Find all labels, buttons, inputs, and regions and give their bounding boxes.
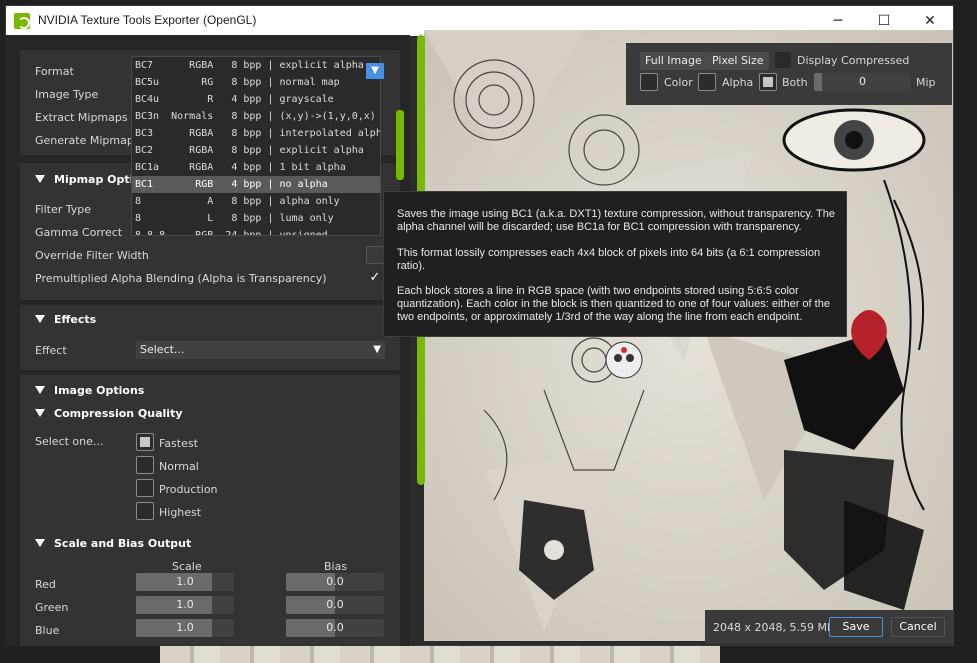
scale-column-header: Scale <box>172 560 202 573</box>
blue-scale-value: 1.0 <box>176 621 194 634</box>
quality-fastest-label: Fastest <box>159 437 198 450</box>
slider-fill <box>136 573 212 591</box>
quality-normal-checkbox[interactable] <box>136 456 154 474</box>
collapse-triangle-icon <box>35 539 45 547</box>
both-checkbox[interactable] <box>759 73 777 91</box>
format-dropdown-list[interactable]: BC7 RGBA 8 bpp | explicit alpha BC5u RG … <box>131 56 381 236</box>
quality-fastest-checkbox[interactable] <box>136 433 154 451</box>
format-option[interactable]: BC5u RG 8 bpp | normal map <box>132 74 380 91</box>
alpha-label: Alpha <box>722 76 754 89</box>
red-bias-value: 0.0 <box>326 575 344 588</box>
dropdown-scrollbar[interactable] <box>396 110 404 180</box>
display-compressed-checkbox[interactable] <box>774 51 792 69</box>
effects-header[interactable]: Effects <box>35 313 96 326</box>
override-filter-width-label: Override Filter Width <box>35 249 149 262</box>
format-option[interactable]: BC4u R 4 bpp | grayscale <box>132 91 380 108</box>
tooltip-paragraph-3: Each block stores a line in RGB space (w… <box>397 285 830 323</box>
green-bias-value: 0.0 <box>326 598 344 611</box>
blue-label: Blue <box>35 624 60 637</box>
mip-slider[interactable]: 0 <box>814 73 911 91</box>
bias-column-header: Bias <box>324 560 348 573</box>
window-title: NVIDIA Texture Tools Exporter (OpenGL) <box>38 13 257 27</box>
collapse-triangle-icon <box>35 315 45 323</box>
format-option[interactable]: BC2 RGBA 8 bpp | explicit alpha <box>132 142 380 159</box>
effects-title: Effects <box>54 313 97 326</box>
effect-label: Effect <box>35 344 67 357</box>
image-options-section: Image Options Compression Quality Select… <box>20 375 400 646</box>
image-options-title: Image Options <box>54 384 145 397</box>
color-checkbox[interactable] <box>640 73 658 91</box>
nvidia-logo-icon <box>14 13 30 29</box>
slider-fill <box>136 596 212 614</box>
tooltip-paragraph-2: This format lossily compresses each 4x4 … <box>397 247 821 272</box>
image-options-header[interactable]: Image Options <box>35 384 144 397</box>
select-one-label: Select one... <box>35 435 104 448</box>
red-scale-value: 1.0 <box>176 575 194 588</box>
quality-production-label: Production <box>159 483 218 496</box>
both-label: Both <box>782 76 808 89</box>
format-dropdown-arrow-icon[interactable]: ▼ <box>366 63 384 79</box>
image-type-label: Image Type <box>35 88 99 101</box>
gamma-correct-label: Gamma Correct <box>35 226 123 239</box>
slider-fill <box>136 619 212 637</box>
color-label: Color <box>664 76 693 89</box>
cancel-button[interactable]: Cancel <box>891 617 945 637</box>
format-option[interactable]: 8 A 8 bpp | alpha only <box>132 193 380 210</box>
quality-highest-label: Highest <box>159 506 202 519</box>
slider-fill <box>814 73 822 91</box>
compression-quality-title: Compression Quality <box>54 407 183 420</box>
format-option-selected[interactable]: BC1 RGB 4 bpp | no alpha <box>132 176 380 193</box>
scale-bias-title: Scale and Bias Output <box>54 537 192 550</box>
chevron-down-icon: ▼ <box>373 344 381 355</box>
red-scale-slider[interactable]: 1.0 <box>136 573 234 591</box>
scale-bias-header[interactable]: Scale and Bias Output <box>35 537 191 550</box>
alpha-checkbox[interactable] <box>698 73 716 91</box>
quality-highest-checkbox[interactable] <box>136 502 154 520</box>
display-compressed-label: Display Compressed <box>797 54 910 67</box>
collapse-triangle-icon <box>35 386 45 394</box>
collapse-triangle-icon <box>35 409 45 417</box>
viewer-toolbar: Full Image Pixel Size Display Compressed… <box>626 43 952 105</box>
override-filter-width-checkbox[interactable] <box>366 246 384 264</box>
blue-bias-slider[interactable]: 0.0 <box>286 619 384 637</box>
image-info: 2048 x 2048, 5.59 MB <box>713 621 835 634</box>
desktop-background-strip <box>160 645 720 663</box>
generate-mipmaps-label: Generate Mipmaps <box>35 134 140 147</box>
effect-select-value: Select... <box>140 343 185 356</box>
save-button[interactable]: Save <box>829 617 883 637</box>
format-tooltip: Saves the image using BC1 (a.k.a. DXT1) … <box>383 191 847 337</box>
premultiplied-alpha-label: Premultiplied Alpha Blending (Alpha is T… <box>35 272 327 285</box>
tooltip-paragraph-1: Saves the image using BC1 (a.k.a. DXT1) … <box>397 208 835 233</box>
red-label: Red <box>35 578 56 591</box>
red-bias-slider[interactable]: 0.0 <box>286 573 384 591</box>
format-option[interactable]: BC3 RGBA 8 bpp | interpolated alpha <box>132 125 380 142</box>
blue-scale-slider[interactable]: 1.0 <box>136 619 234 637</box>
full-image-button[interactable]: Full Image <box>640 52 707 70</box>
format-option[interactable]: BC1a RGBA 4 bpp | 1 bit alpha <box>132 159 380 176</box>
mip-value: 0 <box>859 75 866 88</box>
effect-select[interactable]: Select... ▼ <box>136 341 385 359</box>
format-option[interactable]: 8 L 8 bpp | luma only <box>132 210 380 227</box>
pixel-size-button[interactable]: Pixel Size <box>707 52 769 70</box>
green-scale-slider[interactable]: 1.0 <box>136 596 234 614</box>
format-option[interactable]: BC7 RGBA 8 bpp | explicit alpha <box>132 57 380 74</box>
format-label: Format <box>35 65 74 78</box>
green-scale-value: 1.0 <box>176 598 194 611</box>
mip-label: Mip <box>916 76 936 89</box>
green-bias-slider[interactable]: 0.0 <box>286 596 384 614</box>
blue-bias-value: 0.0 <box>326 621 344 634</box>
format-option[interactable]: BC3n Normals 8 bpp | (x,y)->(1,y,0,x) <box>132 108 380 125</box>
filter-type-label: Filter Type <box>35 203 92 216</box>
format-option[interactable]: 8.8.8 RGB 24 bpp | unsigned <box>132 227 380 235</box>
collapse-triangle-icon <box>35 175 45 183</box>
compression-quality-header[interactable]: Compression Quality <box>35 407 183 420</box>
green-label: Green <box>35 601 69 614</box>
quality-normal-label: Normal <box>159 460 199 473</box>
quality-production-checkbox[interactable] <box>136 479 154 497</box>
save-bar: 2048 x 2048, 5.59 MB Save Cancel <box>705 610 953 644</box>
premultiplied-alpha-checkbox[interactable]: ✓ <box>366 269 384 287</box>
effects-section: Effects Effect Select... ▼ <box>20 305 400 370</box>
